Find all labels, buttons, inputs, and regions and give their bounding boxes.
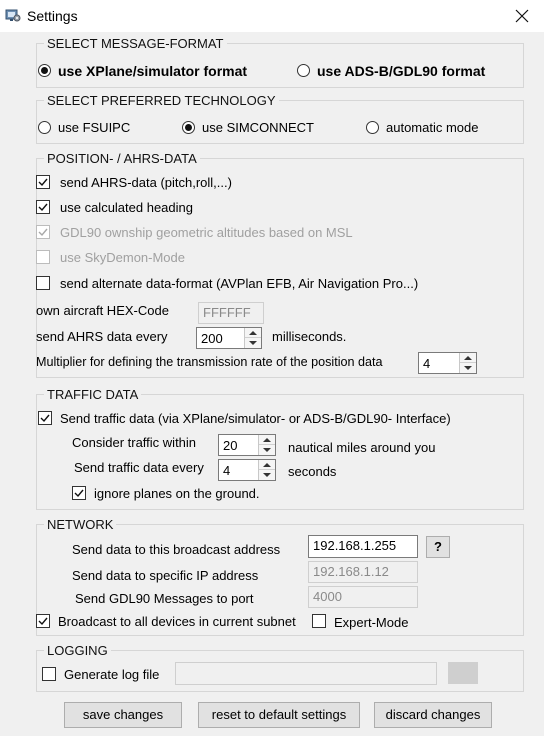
send-ahrs-label[interactable]: send AHRS-data (pitch,roll,...) — [60, 175, 232, 190]
send-traffic-label[interactable]: Send traffic data (via XPlane/simulator-… — [60, 411, 451, 426]
traffic-within-stepper[interactable]: 20 — [218, 434, 276, 456]
adsb-format-label[interactable]: use ADS-B/GDL90 format — [317, 63, 485, 79]
simconnect-radio[interactable] — [182, 121, 195, 134]
ahrs-every-unit: milliseconds. — [272, 329, 347, 344]
message-format-legend: SELECT MESSAGE-FORMAT — [44, 36, 227, 51]
traffic-every-unit: seconds — [288, 464, 337, 479]
alternate-format-checkbox[interactable] — [36, 276, 50, 290]
technology-legend: SELECT PREFERRED TECHNOLOGY — [44, 93, 279, 108]
simconnect-label[interactable]: use SIMCONNECT — [202, 120, 314, 135]
stepper-up-icon[interactable] — [259, 460, 275, 470]
title-bar: Settings — [0, 0, 544, 32]
stepper-down-icon[interactable] — [259, 445, 275, 455]
ignore-ground-checkbox[interactable] — [72, 486, 86, 500]
xplane-format-radio[interactable] — [38, 64, 51, 77]
log-browse-button[interactable] — [448, 662, 478, 684]
network-legend: NETWORK — [44, 517, 117, 532]
position-legend: POSITION- / AHRS-DATA — [44, 151, 200, 166]
ignore-ground-label[interactable]: ignore planes on the ground. — [94, 486, 260, 501]
stepper-down-icon[interactable] — [259, 470, 275, 480]
fsuipc-label[interactable]: use FSUIPC — [58, 120, 130, 135]
automatic-mode-label[interactable]: automatic mode — [386, 120, 479, 135]
help-button[interactable]: ? — [426, 536, 450, 558]
calculated-heading-label[interactable]: use calculated heading — [60, 200, 193, 215]
window-title: Settings — [27, 8, 78, 24]
position-group — [36, 158, 524, 378]
multiplier-label: Multiplier for defining the transmission… — [36, 355, 383, 369]
traffic-legend: TRAFFIC DATA — [44, 387, 142, 402]
hex-code-label: own aircraft HEX-Code — [36, 303, 169, 318]
reset-defaults-button[interactable]: reset to default settings — [198, 702, 360, 728]
logging-legend: LOGGING — [44, 643, 111, 658]
send-ahrs-checkbox[interactable] — [36, 175, 50, 189]
broadcast-address-label: Send data to this broadcast address — [72, 542, 281, 557]
broadcast-subnet-checkbox[interactable] — [36, 614, 50, 628]
adsb-format-radio[interactable] — [297, 64, 310, 77]
gdl90-msl-checkbox — [36, 225, 50, 239]
ahrs-every-label: send AHRS data every — [36, 329, 168, 344]
discard-changes-button[interactable]: discard changes — [374, 702, 492, 728]
traffic-within-value: 20 — [223, 438, 238, 453]
broadcast-subnet-label[interactable]: Broadcast to all devices in current subn… — [58, 614, 296, 629]
save-changes-button[interactable]: save changes — [64, 702, 182, 728]
alternate-format-label[interactable]: send alternate data-format (AVPlan EFB, … — [60, 276, 418, 291]
expert-mode-checkbox[interactable] — [312, 614, 326, 628]
fsuipc-radio[interactable] — [38, 121, 51, 134]
skydemon-mode-label: use SkyDemon-Mode — [60, 250, 185, 265]
traffic-every-stepper[interactable]: 4 — [218, 459, 276, 481]
traffic-every-label: Send traffic data every — [74, 460, 204, 475]
expert-mode-label[interactable]: Expert-Mode — [334, 615, 408, 630]
broadcast-address-input[interactable]: 192.168.1.255 — [308, 535, 418, 558]
traffic-every-value: 4 — [223, 463, 231, 478]
automatic-mode-radio[interactable] — [366, 121, 379, 134]
stepper-down-icon[interactable] — [460, 363, 476, 373]
skydemon-mode-checkbox — [36, 250, 50, 264]
stepper-down-icon[interactable] — [245, 338, 261, 348]
specific-ip-label: Send data to specific IP address — [72, 568, 259, 583]
calculated-heading-checkbox[interactable] — [36, 200, 50, 214]
gdl90-port-label: Send GDL90 Messages to port — [75, 591, 254, 606]
specific-ip-input[interactable]: 192.168.1.12 — [308, 561, 418, 583]
multiplier-stepper[interactable]: 4 — [418, 352, 477, 374]
log-path-input[interactable] — [175, 662, 437, 685]
traffic-within-unit: nautical miles around you — [288, 440, 436, 455]
settings-app-icon — [5, 7, 21, 23]
hex-code-input[interactable]: FFFFFF — [198, 302, 264, 324]
multiplier-value: 4 — [423, 356, 431, 371]
stepper-up-icon[interactable] — [460, 353, 476, 363]
generate-log-label[interactable]: Generate log file — [64, 667, 159, 682]
send-traffic-checkbox[interactable] — [38, 411, 52, 425]
close-icon[interactable] — [515, 9, 529, 23]
gdl90-msl-label: GDL90 ownship geometric altitudes based … — [60, 225, 353, 240]
gdl90-port-input[interactable]: 4000 — [308, 586, 418, 608]
stepper-up-icon[interactable] — [259, 435, 275, 445]
stepper-up-icon[interactable] — [245, 328, 261, 338]
ahrs-interval-value: 200 — [201, 331, 223, 346]
traffic-within-label: Consider traffic within — [72, 435, 197, 450]
ahrs-interval-stepper[interactable]: 200 — [196, 327, 262, 349]
generate-log-checkbox[interactable] — [42, 667, 56, 681]
xplane-format-label[interactable]: use XPlane/simulator format — [58, 63, 247, 79]
